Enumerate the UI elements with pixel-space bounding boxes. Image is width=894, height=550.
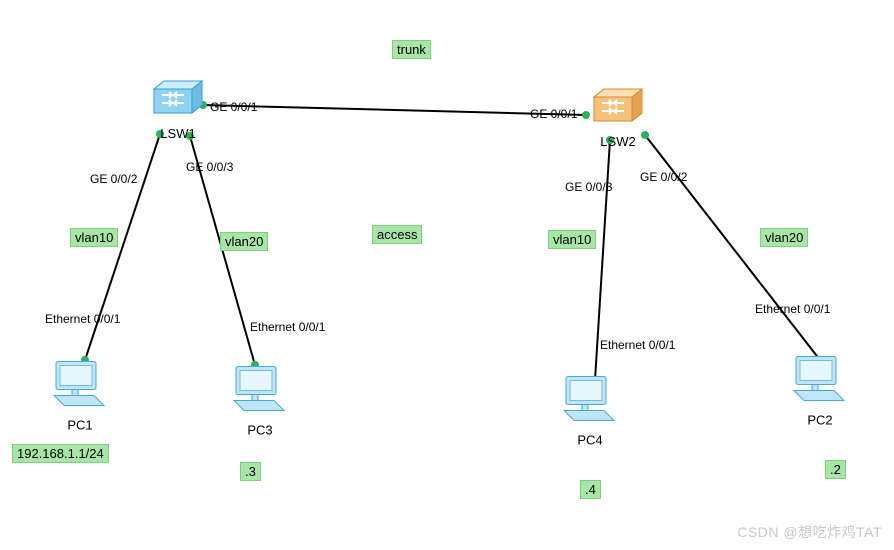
- pc4[interactable]: PC4: [560, 373, 620, 448]
- tag-vlan20-right: vlan20: [760, 228, 808, 247]
- tag-vlan10-left: vlan10: [70, 228, 118, 247]
- switch-lsw2[interactable]: LSW2: [592, 87, 644, 149]
- pc1-label: PC1: [50, 418, 110, 433]
- pc2-port: Ethernet 0/0/1: [755, 302, 830, 316]
- pc4-port: Ethernet 0/0/1: [600, 338, 675, 352]
- pc-icon: [230, 363, 290, 418]
- lsw1-port-g001: GE 0/0/1: [210, 100, 257, 114]
- switch-icon: [592, 87, 644, 129]
- switch-icon: [152, 79, 204, 121]
- switch-lsw1[interactable]: LSW1: [152, 79, 204, 141]
- pc-icon: [560, 373, 620, 428]
- pc2[interactable]: PC2: [790, 353, 850, 428]
- tag-access: access: [372, 225, 422, 244]
- pc2-label: PC2: [790, 413, 850, 428]
- pc-icon: [50, 358, 110, 413]
- pc4-label: PC4: [560, 433, 620, 448]
- switch-lsw2-label: LSW2: [592, 134, 644, 149]
- switch-lsw1-label: LSW1: [152, 126, 204, 141]
- pc-icon: [790, 353, 850, 408]
- pc4-addr: .4: [580, 480, 601, 499]
- tag-vlan10-right: vlan10: [548, 230, 596, 249]
- pc3[interactable]: PC3: [230, 363, 290, 438]
- tag-vlan20-left: vlan20: [220, 232, 268, 251]
- lsw2-port-g002: GE 0/0/2: [640, 170, 687, 184]
- pc3-addr: .3: [240, 462, 261, 481]
- pc1-port: Ethernet 0/0/1: [45, 312, 120, 326]
- lsw2-port-g003: GE 0/0/3: [565, 180, 612, 194]
- pc3-label: PC3: [230, 423, 290, 438]
- lsw1-port-g003: GE 0/0/3: [186, 160, 233, 174]
- tag-trunk: trunk: [392, 40, 431, 59]
- link-layer: [0, 0, 894, 550]
- watermark: CSDN @想吃炸鸡TAT: [737, 522, 882, 542]
- lsw1-port-g002: GE 0/0/2: [90, 172, 137, 186]
- pc1[interactable]: PC1: [50, 358, 110, 433]
- pc2-addr: .2: [825, 460, 846, 479]
- pc1-addr: 192.168.1.1/24: [12, 444, 109, 463]
- topology-canvas: { "chart_data": { "type": "network-topol…: [0, 0, 894, 550]
- lsw2-port-g001: GE 0/0/1: [530, 107, 577, 121]
- pc3-port: Ethernet 0/0/1: [250, 320, 325, 334]
